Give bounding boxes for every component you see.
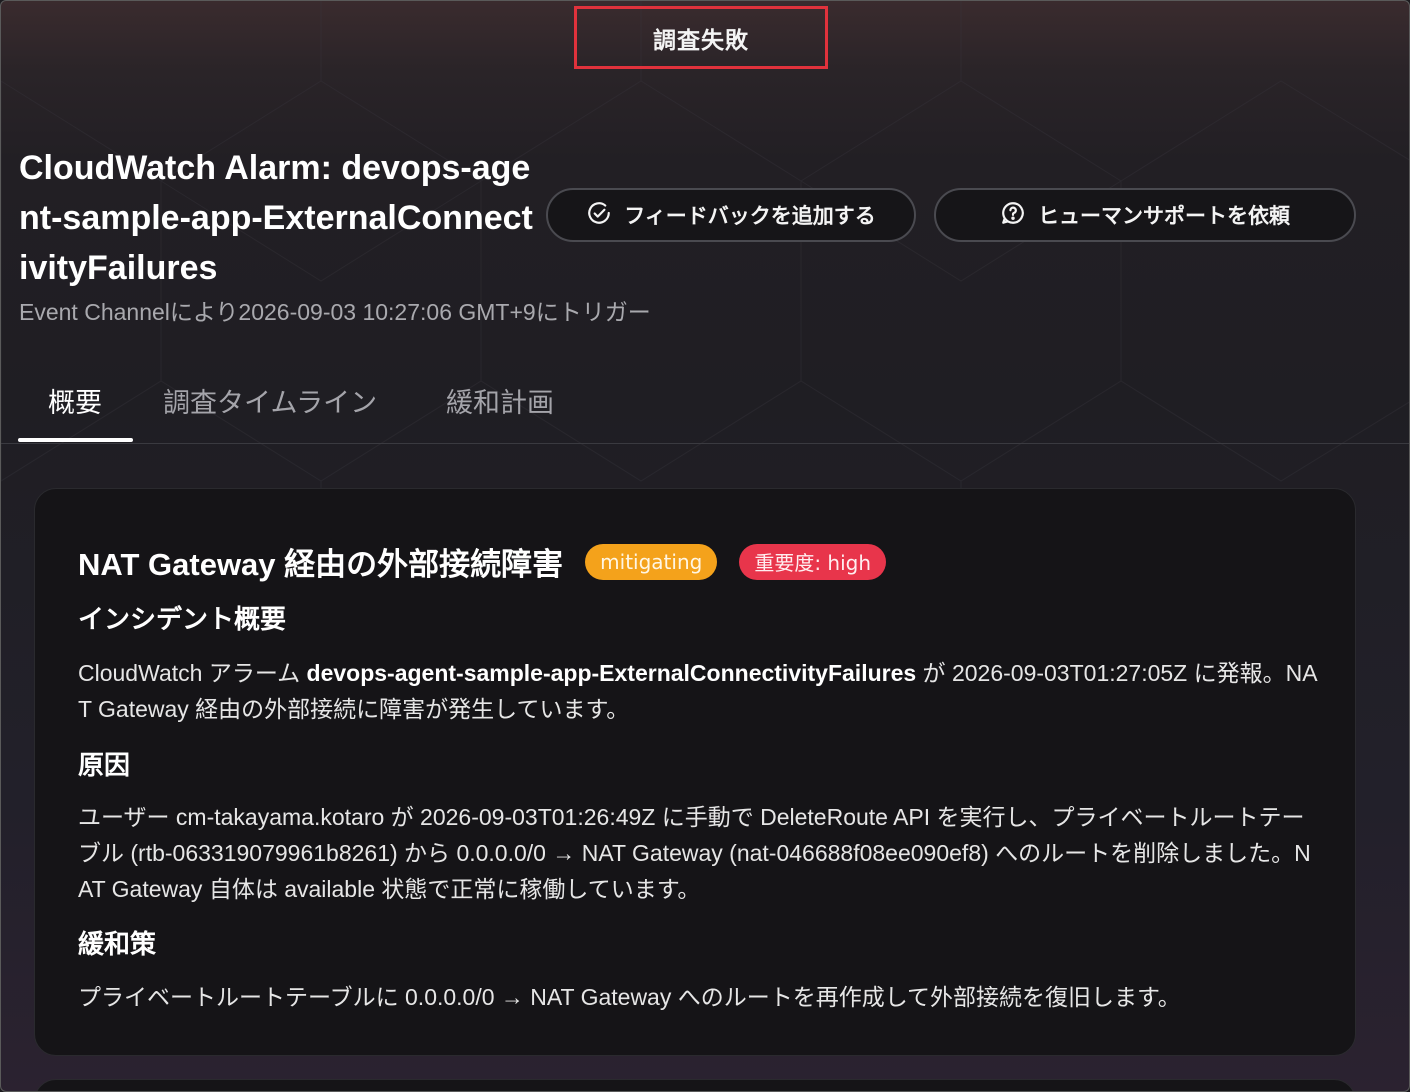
severity-badge: 重要度: high bbox=[739, 543, 887, 580]
incident-title: NAT Gateway 経由の外部接続障害 bbox=[78, 547, 564, 582]
add-feedback-label: フィードバックを追加する bbox=[624, 204, 876, 228]
app-window: 調査失敗 CloudWatch Alarm: devops-agent-samp… bbox=[0, 0, 1410, 1092]
summary-text: CloudWatch アラーム devops-agent-sample-app-… bbox=[78, 655, 1318, 727]
tab-investigation-timeline[interactable]: 調査タイムライン bbox=[163, 381, 377, 420]
summary-heading: インシデント概要 bbox=[78, 605, 287, 635]
investigation-status-label: 調査失敗 bbox=[653, 27, 749, 54]
add-feedback-button[interactable]: フィードバックを追加する bbox=[546, 188, 916, 242]
request-human-support-button[interactable]: ヒューマンサポートを依頼 bbox=[934, 188, 1356, 242]
check-circle-icon bbox=[586, 200, 612, 231]
tab-overview[interactable]: 概要 bbox=[48, 381, 102, 420]
tab-mitigation-plan[interactable]: 緩和計画 bbox=[446, 381, 554, 420]
question-chat-icon bbox=[1000, 200, 1026, 231]
trigger-info: Event Channelにより2026-09-03 10:27:06 GMT+… bbox=[19, 299, 651, 325]
cause-text: ユーザー cm-takayama.kotaro が 2026-09-03T01:… bbox=[78, 804, 1311, 902]
incident-card: NAT Gateway 経由の外部接続障害 mitigating 重要度: hi… bbox=[34, 488, 1356, 1056]
request-human-support-label: ヒューマンサポートを依頼 bbox=[1038, 204, 1290, 228]
active-tab-indicator bbox=[18, 438, 133, 442]
incident-header: NAT Gateway 経由の外部接続障害 mitigating 重要度: hi… bbox=[78, 539, 908, 584]
alarm-name: devops-agent-sample-app-ExternalConnecti… bbox=[306, 660, 917, 686]
mitigation-text: プライベートルートテーブルに 0.0.0.0/0 → NAT Gateway へ… bbox=[78, 984, 1181, 1010]
investigation-status-banner: 調査失敗 bbox=[574, 6, 828, 69]
tab-bar: 概要 調査タイムライン 緩和計画 bbox=[1, 361, 1409, 444]
summary-text-before: CloudWatch アラーム bbox=[78, 660, 307, 686]
investigation-title: CloudWatch Alarm: devops-agent-sample-ap… bbox=[19, 149, 533, 287]
status-badge: mitigating bbox=[585, 543, 718, 580]
cause-heading: 原因 bbox=[78, 751, 131, 781]
mitigation-heading: 緩和策 bbox=[78, 930, 157, 960]
next-card bbox=[34, 1079, 1356, 1091]
